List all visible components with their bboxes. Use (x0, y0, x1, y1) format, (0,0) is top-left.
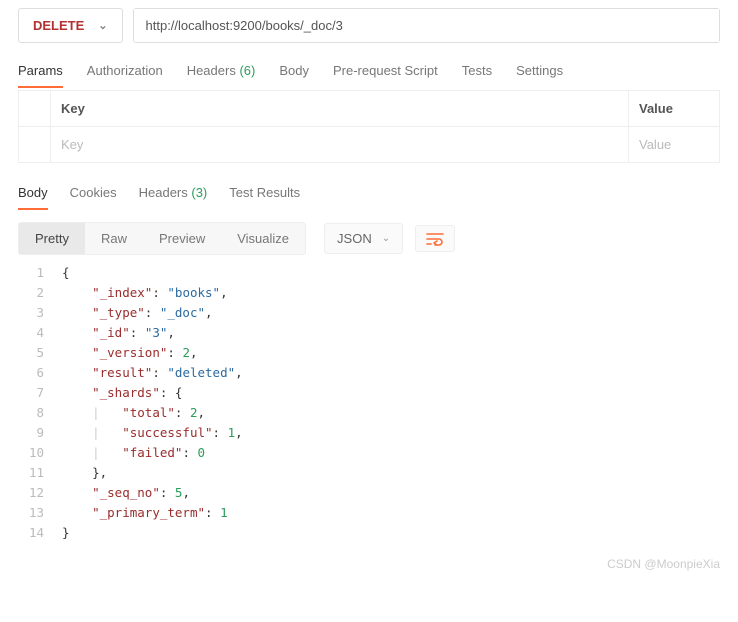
tab-tests[interactable]: Tests (462, 59, 492, 88)
tab-settings[interactable]: Settings (516, 59, 563, 88)
response-tabs: Body Cookies Headers (3) Test Results (18, 181, 720, 210)
tab-prerequest[interactable]: Pre-request Script (333, 59, 438, 88)
params-table: Key Value Key Value (18, 90, 720, 163)
resp-tab-headers[interactable]: Headers (3) (139, 181, 208, 210)
view-mode-selector: Pretty Raw Preview Visualize (18, 222, 306, 255)
view-pretty[interactable]: Pretty (19, 223, 85, 254)
wrap-icon (426, 231, 444, 247)
key-column-header: Key (51, 91, 629, 126)
resp-tab-testresults[interactable]: Test Results (229, 181, 300, 210)
watermark: CSDN @MoonpieXia (18, 557, 720, 571)
tab-authorization[interactable]: Authorization (87, 59, 163, 88)
http-method-label: DELETE (33, 18, 84, 33)
view-raw[interactable]: Raw (85, 223, 143, 254)
tab-body[interactable]: Body (279, 59, 309, 88)
select-all-checkbox-cell[interactable] (19, 91, 51, 126)
url-field-wrap (133, 8, 720, 43)
resp-tab-body[interactable]: Body (18, 181, 48, 210)
tab-params[interactable]: Params (18, 59, 63, 88)
http-method-selector[interactable]: DELETE ⌄ (18, 8, 123, 43)
view-visualize[interactable]: Visualize (221, 223, 305, 254)
request-tabs: Params Authorization Headers (6) Body Pr… (18, 59, 720, 88)
response-body[interactable]: 1{ 2 "_index": "books", 3 "_type": "_doc… (18, 263, 720, 543)
format-selector[interactable]: JSON ⌄ (324, 223, 403, 254)
value-column-header: Value (629, 91, 719, 126)
wrap-lines-button[interactable] (415, 225, 455, 252)
chevron-down-icon: ⌄ (98, 19, 107, 32)
value-input[interactable]: Value (629, 127, 719, 162)
chevron-down-icon: ⌄ (382, 233, 390, 244)
key-input[interactable]: Key (51, 127, 629, 162)
request-bar: DELETE ⌄ (18, 8, 720, 43)
table-header-row: Key Value (19, 91, 719, 127)
view-preview[interactable]: Preview (143, 223, 221, 254)
format-label: JSON (337, 231, 372, 246)
url-input[interactable] (134, 9, 719, 42)
tab-headers[interactable]: Headers (6) (187, 59, 256, 88)
resp-tab-cookies[interactable]: Cookies (70, 181, 117, 210)
table-row: Key Value (19, 127, 719, 162)
row-checkbox-cell[interactable] (19, 127, 51, 162)
response-toolbar: Pretty Raw Preview Visualize JSON ⌄ (18, 222, 720, 255)
